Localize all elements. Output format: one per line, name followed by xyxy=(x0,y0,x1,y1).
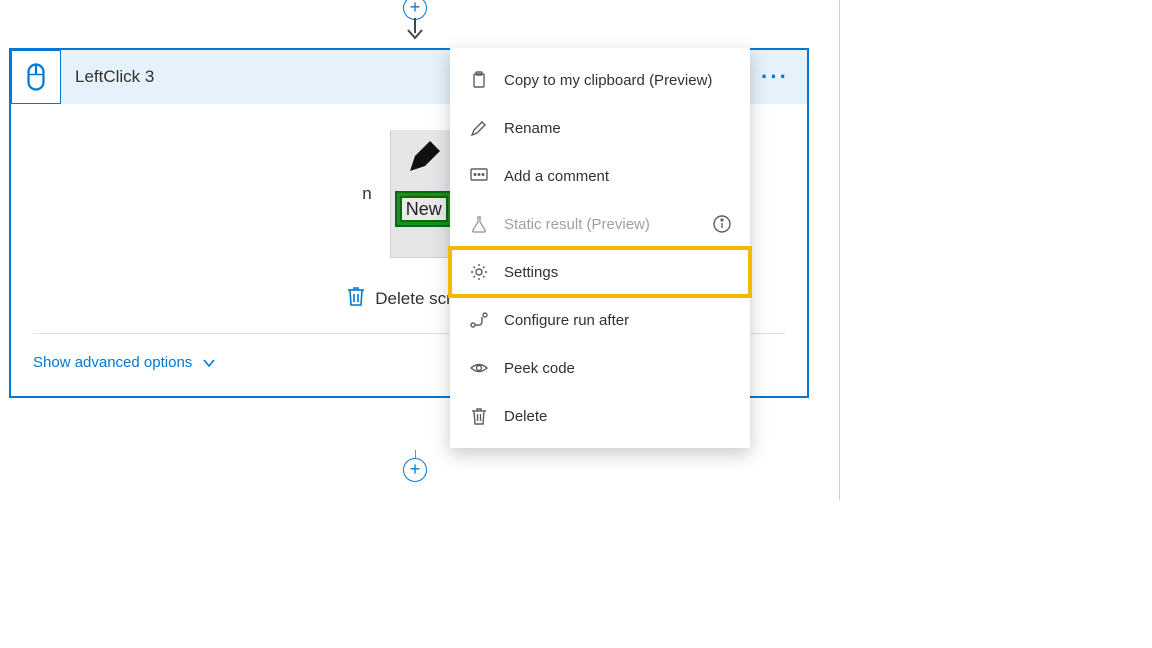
new-tag: New xyxy=(395,191,453,227)
body-n-label: n xyxy=(362,184,371,204)
menu-delete-label: Delete xyxy=(504,408,547,425)
pencil-outline-icon xyxy=(468,119,490,137)
menu-delete[interactable]: Delete xyxy=(450,392,750,440)
menu-rename-label: Rename xyxy=(504,120,561,137)
trash-icon xyxy=(347,286,365,311)
connector-bottom: + xyxy=(400,450,430,482)
menu-copy[interactable]: Copy to my clipboard (Preview) xyxy=(450,56,750,104)
info-icon[interactable] xyxy=(712,214,732,234)
add-step-bottom-button[interactable]: + xyxy=(403,458,427,482)
flask-icon xyxy=(468,215,490,233)
menu-rename[interactable]: Rename xyxy=(450,104,750,152)
menu-peek-code[interactable]: Peek code xyxy=(450,344,750,392)
menu-static-result: Static result (Preview) xyxy=(450,200,750,248)
gear-icon xyxy=(468,263,490,281)
card-context-menu: Copy to my clipboard (Preview) Rename Ad… xyxy=(450,48,750,448)
eye-icon xyxy=(468,359,490,377)
comment-icon xyxy=(468,167,490,185)
menu-settings-label: Settings xyxy=(504,264,558,281)
menu-comment-label: Add a comment xyxy=(504,168,609,185)
menu-settings[interactable]: Settings xyxy=(450,248,750,296)
branch-icon xyxy=(468,311,490,329)
connector-top: + xyxy=(400,0,430,46)
pencil-icon xyxy=(405,136,445,181)
flow-designer-canvas: + LeftClick 3 ··· n xyxy=(0,0,840,500)
arrow-down-icon xyxy=(405,18,425,40)
menu-run-after-label: Configure run after xyxy=(504,312,629,329)
menu-peek-code-label: Peek code xyxy=(504,360,575,377)
clipboard-icon xyxy=(468,71,490,89)
menu-copy-label: Copy to my clipboard (Preview) xyxy=(504,72,712,89)
chevron-down-icon xyxy=(202,356,216,370)
add-step-top-button[interactable]: + xyxy=(403,0,427,20)
menu-static-result-label: Static result (Preview) xyxy=(504,216,650,233)
screenshot-thumbnail[interactable]: New xyxy=(390,130,456,258)
menu-run-after[interactable]: Configure run after xyxy=(450,296,750,344)
trash-outline-icon xyxy=(468,407,490,425)
show-advanced-options-label: Show advanced options xyxy=(33,354,192,371)
card-more-button[interactable]: ··· xyxy=(753,57,797,97)
mouse-icon xyxy=(11,50,61,104)
show-advanced-options-link[interactable]: Show advanced options xyxy=(33,354,216,371)
menu-comment[interactable]: Add a comment xyxy=(450,152,750,200)
